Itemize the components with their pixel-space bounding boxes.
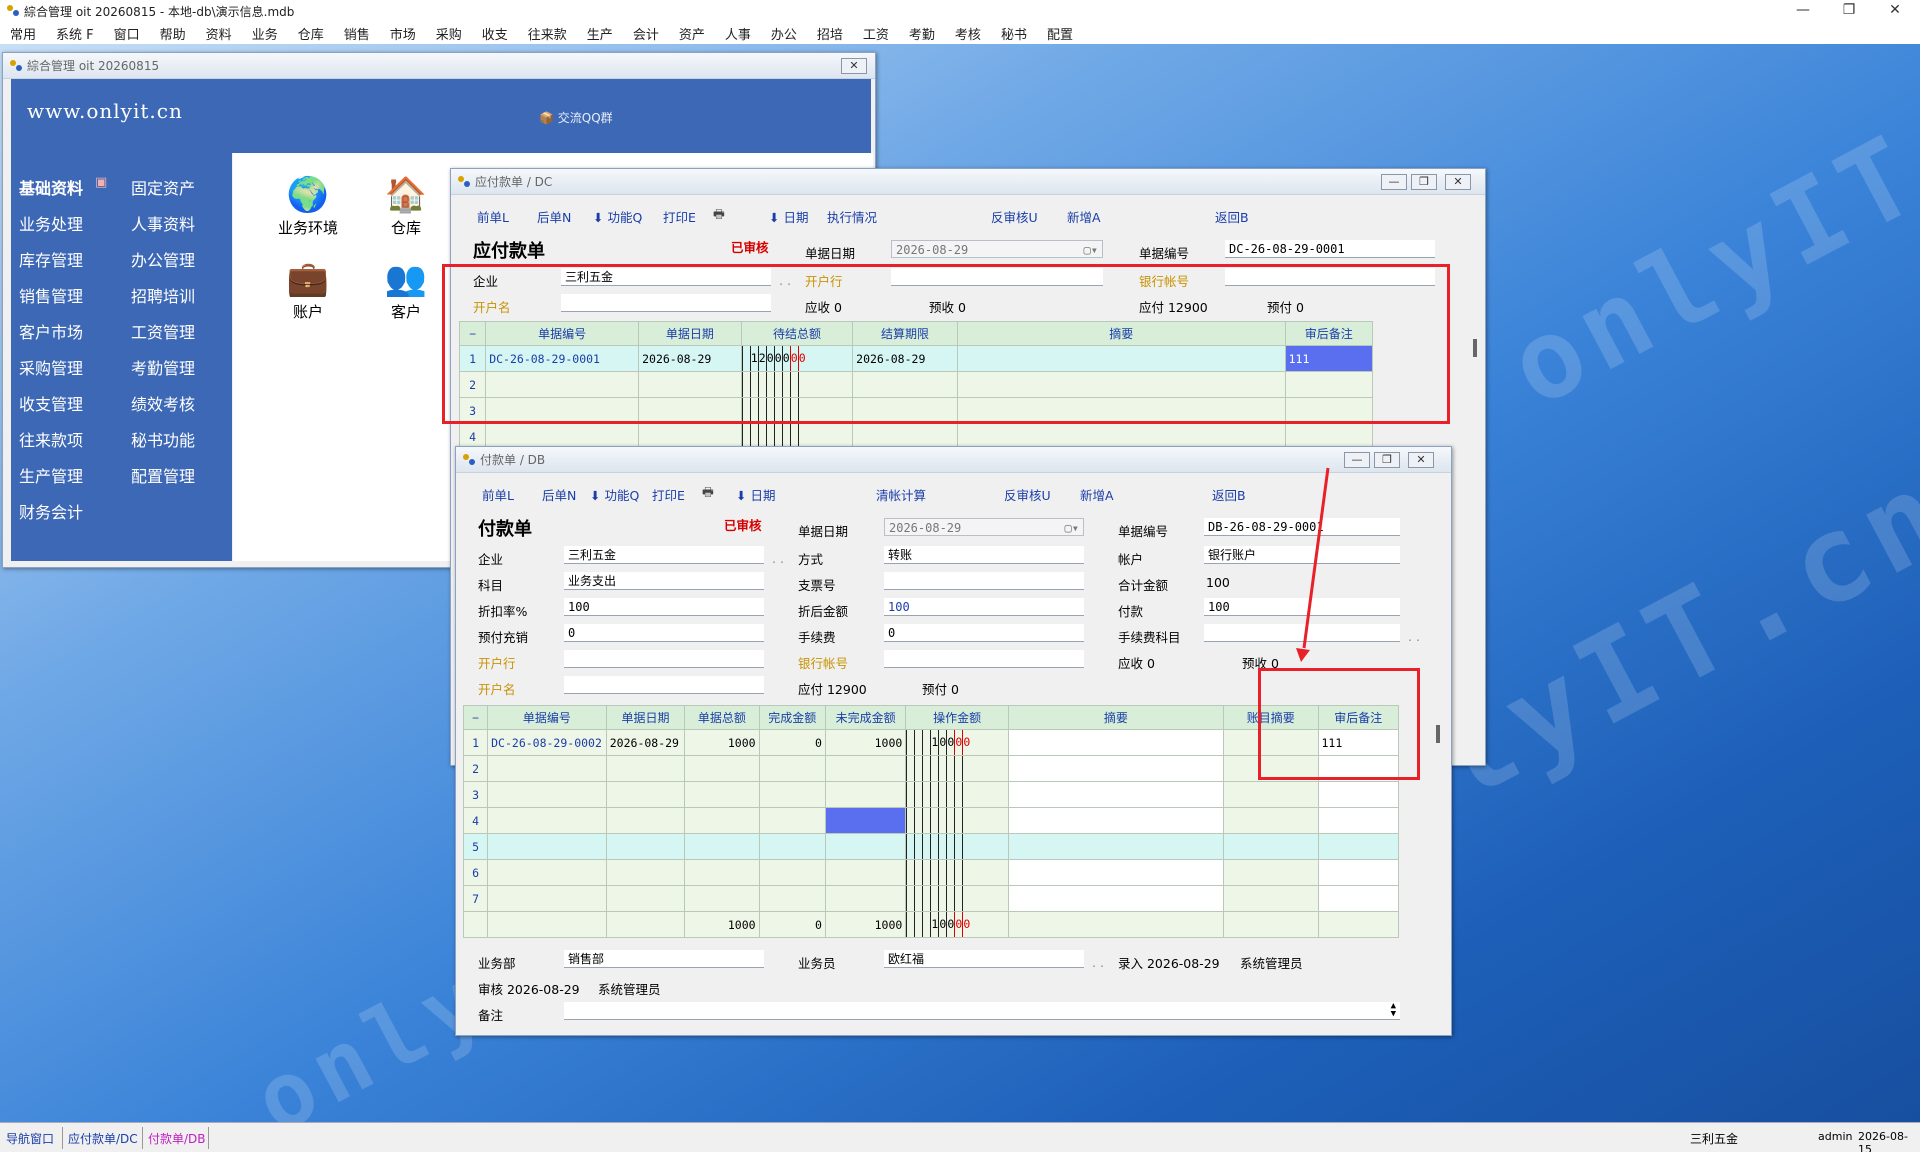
status-company: 三利五金 bbox=[1690, 1132, 1739, 1146]
status-bar: 导航窗口 应付款单/DC 付款单/DB 三利五金 admin 2026-08-1… bbox=[0, 1122, 1920, 1152]
tab-payable[interactable]: 应付款单/DC bbox=[68, 1130, 138, 1147]
tab-payment[interactable]: 付款单/DB bbox=[148, 1130, 206, 1147]
tab-navigator[interactable]: 导航窗口 bbox=[6, 1130, 54, 1147]
status-date: 2026-08-15 bbox=[1858, 1130, 1908, 1152]
divider bbox=[62, 1127, 63, 1149]
annotation-arrow bbox=[1296, 467, 1330, 662]
divider bbox=[142, 1127, 143, 1149]
divider bbox=[208, 1127, 209, 1149]
status-user: admin bbox=[1818, 1130, 1853, 1143]
